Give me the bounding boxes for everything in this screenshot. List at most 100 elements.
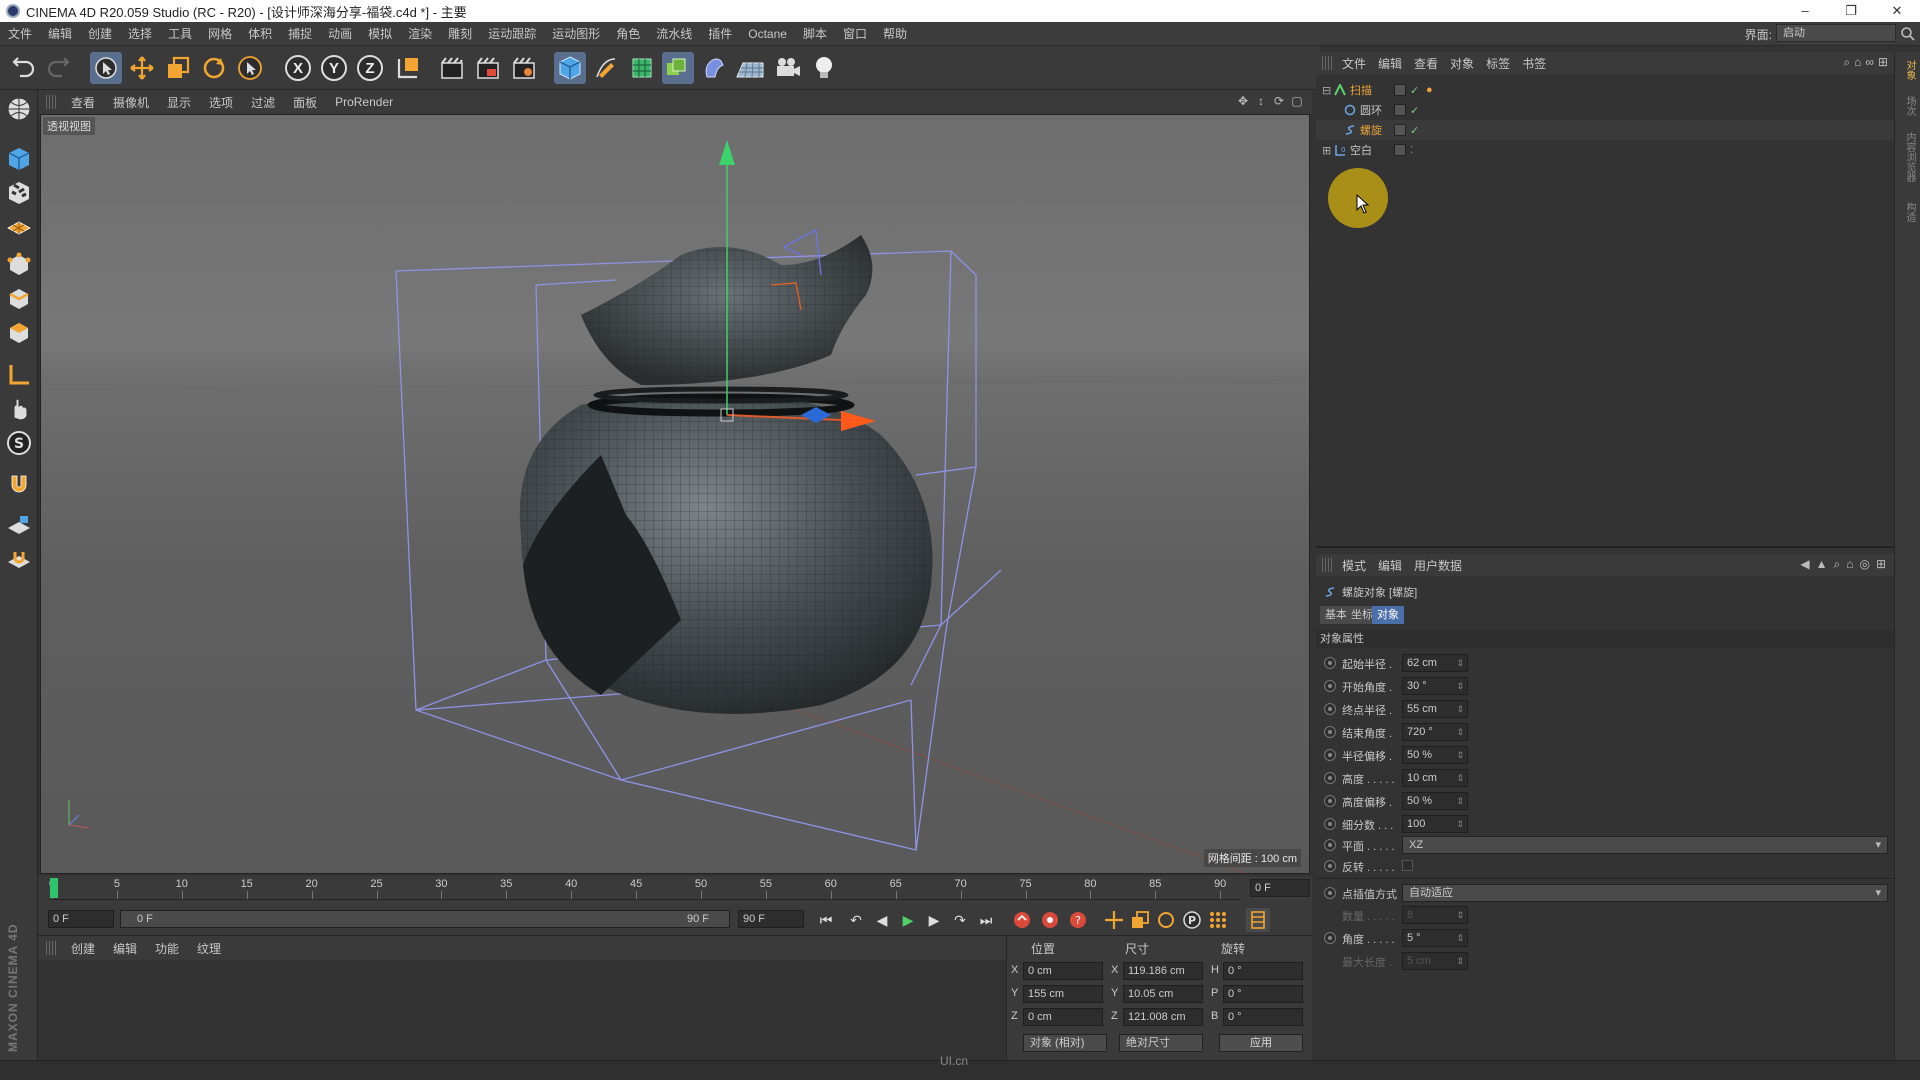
menu-edit[interactable]: 编辑 [40, 25, 80, 42]
previous-frame-button[interactable]: ◀ [870, 908, 894, 932]
up-arrow-icon[interactable]: ▲ [1816, 557, 1828, 572]
timeline-ruler[interactable]: 051015202530354045505560657075808590 [49, 876, 1240, 900]
menu-sculpt[interactable]: 雕刻 [440, 25, 480, 42]
key-point-level-icon[interactable] [1206, 908, 1230, 932]
reverse-checkbox[interactable] [1402, 860, 1413, 871]
live-select-icon[interactable] [234, 52, 266, 84]
position-z-field[interactable]: 0 cm [1023, 1008, 1103, 1026]
timeline[interactable]: 051015202530354045505560657075808590 0 F [38, 876, 1312, 902]
position-y-field[interactable]: 155 cm [1023, 985, 1103, 1003]
close-button[interactable]: ✕ [1874, 0, 1920, 22]
end-angle-field[interactable]: 720 ° [1402, 723, 1468, 741]
animate-radio[interactable] [1324, 839, 1336, 851]
dolly-icon[interactable]: ↕ [1254, 94, 1268, 108]
start-frame-field[interactable]: 0 F [48, 910, 114, 928]
tab-structure-vertical[interactable]: 构造 [1899, 202, 1917, 222]
tab-takes-vertical[interactable]: 场次 [1899, 96, 1917, 116]
workplane-icon[interactable] [4, 212, 34, 242]
light-icon[interactable] [808, 52, 840, 84]
end-frame-field[interactable]: 90 F [738, 910, 804, 928]
animate-radio[interactable] [1324, 795, 1336, 807]
panel-grip-icon[interactable] [1322, 56, 1332, 70]
tab-content-browser-vertical[interactable]: 内容浏览器 [1899, 132, 1917, 182]
deformer-icon[interactable] [698, 52, 730, 84]
om-menu-tags[interactable]: 标签 [1480, 55, 1516, 72]
menu-simulate[interactable]: 模拟 [360, 25, 400, 42]
expand-icon[interactable]: ⊞ [1322, 144, 1331, 157]
coordinate-mode-dropdown[interactable]: 对象 (相对) [1023, 1034, 1107, 1052]
maximize-view-icon[interactable]: ▢ [1290, 94, 1304, 108]
search-icon[interactable]: ⌕ [1843, 55, 1850, 70]
render-visibility-dots[interactable]: ⁚ [1410, 145, 1413, 156]
om-menu-bookmarks[interactable]: 书签 [1516, 55, 1552, 72]
object-row[interactable]: ⊞ 0 空白 ⁚ [1316, 140, 1894, 160]
menu-file[interactable]: 文件 [0, 25, 40, 42]
editor-visibility-toggle[interactable] [1394, 144, 1406, 156]
animate-radio[interactable] [1324, 749, 1336, 761]
model-mode-icon[interactable] [4, 144, 34, 174]
material-manager-area[interactable] [38, 960, 1006, 1060]
move-icon[interactable] [126, 52, 158, 84]
menu-plugins[interactable]: 插件 [700, 25, 740, 42]
auto-key-icon[interactable] [1038, 908, 1062, 932]
redo-icon[interactable] [42, 52, 74, 84]
height-field[interactable]: 10 cm [1402, 769, 1468, 787]
object-name[interactable]: 圆环 [1360, 102, 1382, 118]
menu-motion-tracker[interactable]: 运动跟踪 [480, 25, 544, 42]
cloner-icon[interactable] [662, 52, 694, 84]
position-x-field[interactable]: 0 cm [1023, 962, 1103, 980]
enabled-check-icon[interactable]: ✓ [1410, 84, 1419, 97]
animate-radio[interactable] [1324, 657, 1336, 669]
viewport-menu-panel[interactable]: 面板 [284, 94, 326, 111]
menu-select[interactable]: 选择 [120, 25, 160, 42]
frame-range-slider[interactable]: 0 F 90 F [120, 910, 730, 928]
enabled-check-icon[interactable]: ✓ [1410, 104, 1419, 117]
solo-icon[interactable]: S [4, 428, 34, 458]
camera-icon[interactable] [772, 52, 804, 84]
tweak-mode-icon[interactable] [4, 394, 34, 424]
menu-script[interactable]: 脚本 [795, 25, 835, 42]
editor-visibility-toggle[interactable] [1394, 84, 1406, 96]
render-picture-viewer-icon[interactable] [472, 52, 504, 84]
x-axis-icon[interactable]: X [282, 52, 314, 84]
layout-dropdown[interactable]: 启动 [1776, 24, 1896, 42]
object-name[interactable]: 螺旋 [1360, 122, 1382, 138]
enabled-check-icon[interactable]: ✓ [1410, 124, 1419, 137]
am-menu-edit[interactable]: 编辑 [1372, 557, 1408, 574]
angle-field[interactable]: 5 ° [1402, 929, 1468, 947]
menu-octane[interactable]: Octane [740, 27, 795, 41]
phong-tag-icon[interactable]: ● [1426, 84, 1433, 96]
viewport-menu-prorender[interactable]: ProRender [326, 95, 402, 109]
panel-grip-icon[interactable] [46, 95, 56, 109]
radial-bias-field[interactable]: 50 % [1402, 746, 1468, 764]
timeline-playhead[interactable] [50, 878, 58, 898]
menu-create[interactable]: 创建 [80, 25, 120, 42]
material-menu-edit[interactable]: 编辑 [104, 940, 146, 957]
snap-magnet-icon[interactable] [4, 470, 34, 500]
subdivisions-field[interactable]: 100 [1402, 815, 1468, 833]
am-menu-user-data[interactable]: 用户数据 [1408, 557, 1468, 574]
collapse-icon[interactable]: ⊟ [1322, 84, 1331, 97]
menu-tools[interactable]: 工具 [160, 25, 200, 42]
menu-character[interactable]: 角色 [608, 25, 648, 42]
render-view-icon[interactable] [436, 52, 468, 84]
new-panel-icon[interactable]: ⊞ [1876, 557, 1886, 572]
key-rotation-icon[interactable] [1154, 908, 1178, 932]
coordinate-system-icon[interactable] [392, 52, 424, 84]
menu-render[interactable]: 渲染 [400, 25, 440, 42]
viewport-camera-label[interactable]: 透视视图 [43, 117, 95, 135]
viewport-menu-display[interactable]: 显示 [158, 94, 200, 111]
animate-radio[interactable] [1324, 818, 1336, 830]
subdivision-icon[interactable] [626, 52, 658, 84]
material-menu-function[interactable]: 功能 [146, 940, 188, 957]
minimize-button[interactable]: – [1782, 0, 1828, 22]
search-icon[interactable] [1900, 26, 1916, 42]
object-row[interactable]: ⊟ 扫描 ✓ ● [1316, 80, 1894, 100]
menu-pipeline[interactable]: 流水线 [648, 25, 700, 42]
am-menu-mode[interactable]: 模式 [1336, 557, 1372, 574]
object-manager-list[interactable]: ⊟ 扫描 ✓ ● 圆环 ✓ 螺旋 ✓ ⊞ 0 空白 ⁚ [1316, 74, 1894, 548]
next-key-button[interactable]: ↷ [948, 908, 972, 932]
editor-visibility-toggle[interactable] [1394, 124, 1406, 136]
viewport-menu-view[interactable]: 查看 [62, 94, 104, 111]
start-radius-field[interactable]: 62 cm [1402, 654, 1468, 672]
